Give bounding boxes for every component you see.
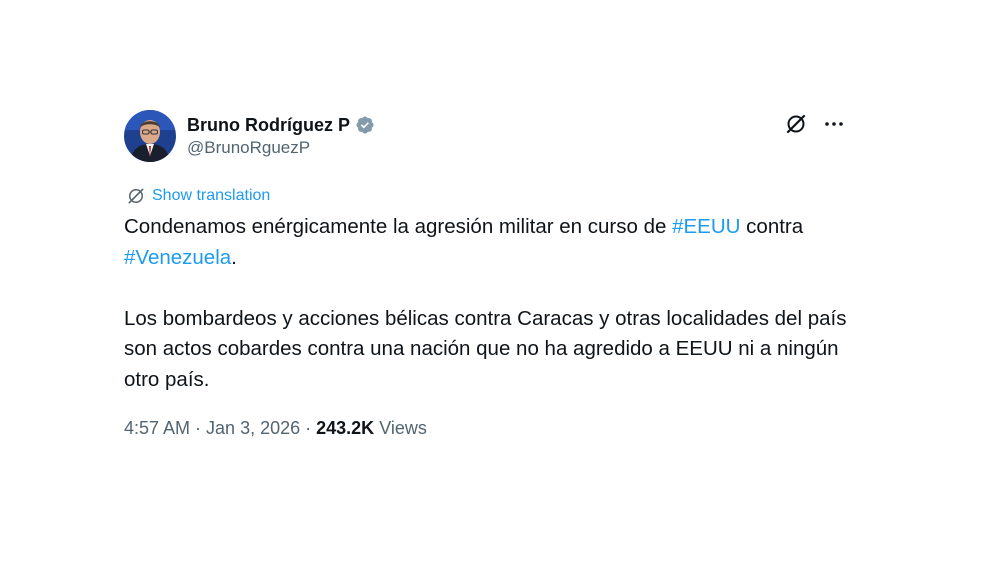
tweet-header: Bruno Rodríguez P @BrunoRguezP (124, 108, 854, 164)
tweet-paragraph-1: Condenamos enérgicamente la agresión mil… (124, 212, 854, 273)
tweet-meta: 4:57 AM · Jan 3, 2026 · 243.2K Views (124, 418, 427, 439)
hashtag-venezuela[interactable]: #Venezuela (124, 246, 231, 269)
tweet: Bruno Rodríguez P @BrunoRguezP Show tran… (124, 108, 854, 438)
views-count: 243.2K (316, 418, 375, 438)
header-actions (784, 112, 846, 136)
avatar[interactable] (124, 110, 176, 162)
grok-icon[interactable] (784, 112, 808, 136)
show-translation-button[interactable]: Show translation (126, 186, 270, 206)
hashtag-eeuu[interactable]: #EEUU (672, 215, 740, 238)
author-names: Bruno Rodríguez P @BrunoRguezP (187, 114, 375, 158)
tweet-paragraph-2: Los bombardeos y acciones bélicas contra… (124, 306, 847, 391)
tweet-text-segment: contra (740, 215, 804, 238)
tweet-date[interactable]: Jan 3, 2026 (206, 418, 300, 438)
display-name-row: Bruno Rodríguez P (187, 114, 375, 136)
meta-separator: · (300, 418, 317, 438)
handle[interactable]: @BrunoRguezP (187, 138, 375, 158)
display-name[interactable]: Bruno Rodríguez P (187, 115, 350, 136)
verified-badge-icon[interactable] (355, 115, 375, 135)
tweet-text-segment: Condenamos enérgicamente la agresión mil… (124, 215, 673, 238)
meta-separator: · (190, 418, 207, 438)
tweet-text-segment: . (231, 245, 237, 269)
views-label: Views (379, 418, 427, 438)
show-translation-label: Show translation (152, 187, 271, 204)
translate-icon (126, 186, 146, 206)
more-icon[interactable] (822, 112, 846, 136)
tweet-text: Condenamos enérgicamente la agresión mil… (124, 212, 854, 395)
tweet-time[interactable]: 4:57 AM (124, 418, 190, 438)
